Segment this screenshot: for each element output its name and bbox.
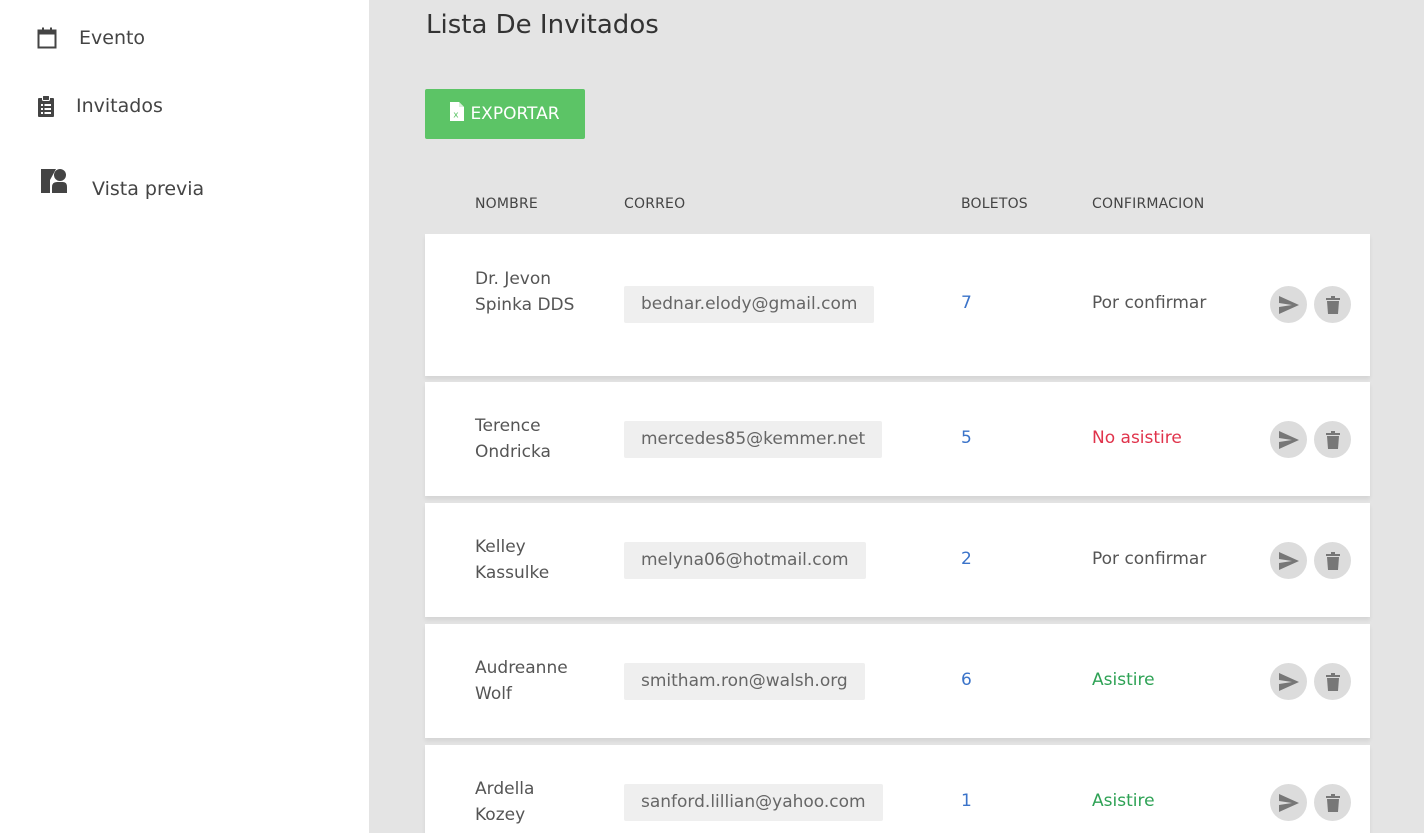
guest-email: smitham.ron@walsh.org [624,663,865,700]
trash-icon [1325,551,1340,570]
guest-tickets: 5 [961,428,972,448]
guest-status: Por confirmar [1092,549,1207,569]
guest-status: Asistire [1092,670,1155,690]
column-header-boletos[interactable]: BOLETOS [961,196,1028,212]
send-invite-button[interactable] [1270,663,1307,700]
guest-tickets: 2 [961,549,972,569]
guest-status: Por confirmar [1092,293,1207,313]
guest-status: No asistire [1092,428,1182,448]
trash-icon [1325,793,1340,812]
sidebar: Evento Invitados Vista previa [0,0,369,833]
sidebar-item-label: Vista previa [92,178,205,200]
guest-name: Dr. Jevon Spinka DDS [475,269,575,315]
column-header-confirmacion[interactable]: CONFIRMACION [1092,196,1204,212]
guest-status: Asistire [1092,791,1155,811]
delete-guest-button[interactable] [1314,286,1351,323]
guest-email: sanford.lillian@yahoo.com [624,784,883,821]
delete-guest-button[interactable] [1314,421,1351,458]
send-invite-button[interactable] [1270,421,1307,458]
table-row: Terence Ondricka mercedes85@kemmer.net 5… [425,382,1370,496]
guest-tickets: 6 [961,670,972,690]
svg-text:x: x [454,111,460,121]
excel-file-icon: x [450,102,465,126]
delete-guest-button[interactable] [1314,663,1351,700]
calendar-icon [37,27,57,49]
send-icon [1278,295,1299,314]
page-title: Lista De Invitados [426,10,659,40]
column-header-nombre[interactable]: NOMBRE [475,196,538,212]
guest-email: melyna06@hotmail.com [624,542,866,579]
sidebar-item-vista-previa[interactable]: Vista previa [40,162,204,200]
sidebar-item-evento[interactable]: Evento [37,27,145,49]
guest-name: Audreanne Wolf [475,658,568,704]
table-row: Ardella Kozey sanford.lillian@yahoo.com … [425,745,1370,833]
export-button-label: EXPORTAR [470,104,560,124]
preview-person-icon [40,168,68,194]
sidebar-item-label: Invitados [76,95,163,117]
delete-guest-button[interactable] [1314,784,1351,821]
send-invite-button[interactable] [1270,784,1307,821]
send-icon [1278,430,1299,449]
table-row: Audreanne Wolf smitham.ron@walsh.org 6 A… [425,624,1370,738]
table-row: Dr. Jevon Spinka DDS bednar.elody@gmail.… [425,234,1370,376]
send-invite-button[interactable] [1270,286,1307,323]
export-button[interactable]: x EXPORTAR [425,89,585,139]
send-icon [1278,672,1299,691]
send-icon [1278,551,1299,570]
guest-name: Ardella Kozey [475,779,535,825]
guest-email: bednar.elody@gmail.com [624,286,875,323]
guest-name: Kelley Kassulke [475,537,550,583]
table-row: Kelley Kassulke melyna06@hotmail.com 2 P… [425,503,1370,617]
send-icon [1278,793,1299,812]
guest-email: mercedes85@kemmer.net [624,421,883,458]
sidebar-item-invitados[interactable]: Invitados [38,95,163,117]
clipboard-list-icon [38,95,54,117]
trash-icon [1325,672,1340,691]
trash-icon [1325,295,1340,314]
send-invite-button[interactable] [1270,542,1307,579]
trash-icon [1325,430,1340,449]
guest-tickets: 1 [961,791,972,811]
delete-guest-button[interactable] [1314,542,1351,579]
sidebar-item-label: Evento [79,27,146,49]
guest-tickets: 7 [961,293,972,313]
guest-name: Terence Ondricka [475,416,551,462]
column-header-correo[interactable]: CORREO [624,196,685,212]
main-content: Lista De Invitados x EXPORTAR NOMBRE COR… [369,0,1424,833]
